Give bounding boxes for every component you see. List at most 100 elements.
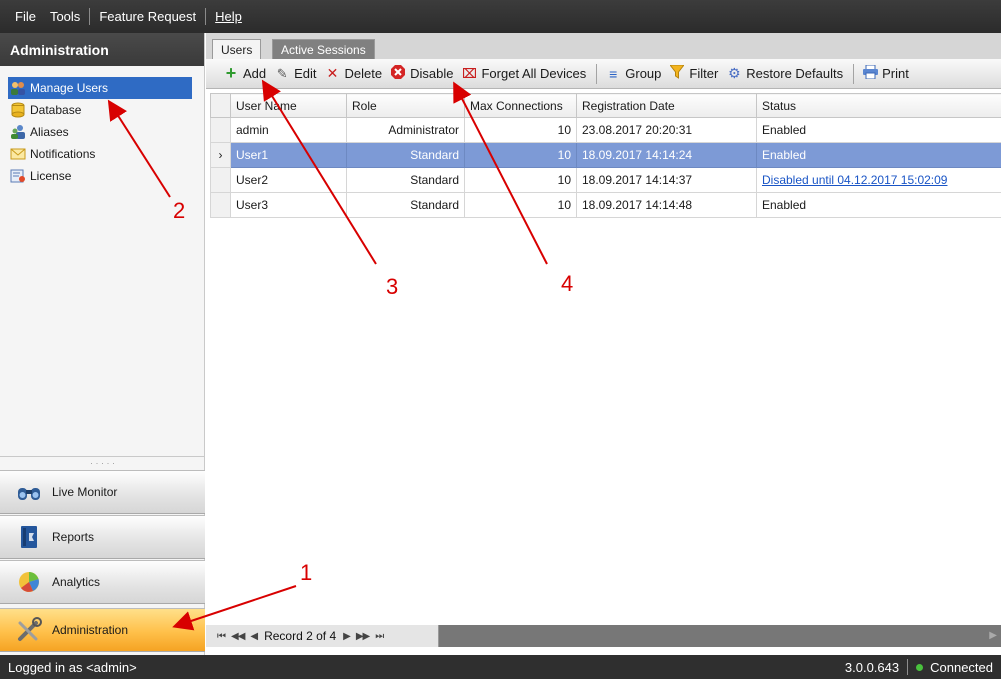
- printer-icon: [862, 64, 878, 82]
- record-navigator: ⏮ ◀◀ ◀ Record 2 of 4 ▶ ▶▶ ⏭ ▶: [206, 625, 1001, 647]
- content-pane: Users Active Sessions + Add ✎ Edit ✕ Del…: [206, 33, 1001, 655]
- first-page-icon[interactable]: ⏮: [217, 631, 226, 642]
- tree-item-label: Aliases: [30, 125, 69, 139]
- tab-active-sessions[interactable]: Active Sessions: [272, 39, 375, 59]
- table-row[interactable]: › User1 Standard 10 18.09.2017 14:14:24 …: [210, 142, 1001, 168]
- column-header-role[interactable]: Role: [346, 93, 465, 118]
- status-separator: [907, 659, 909, 675]
- cell-max-connections: 10: [464, 192, 577, 218]
- status-disabled-link[interactable]: Disabled until 04.12.2017 15:02:09: [762, 173, 947, 187]
- column-header-user-name[interactable]: User Name: [230, 93, 347, 118]
- cell-max-connections: 10: [464, 167, 577, 193]
- print-button[interactable]: Print: [859, 64, 914, 82]
- nav-button-label: Reports: [52, 530, 95, 544]
- status-bar: Logged in as <admin> 3.0.0.643 Connected: [0, 655, 1001, 679]
- pane-splitter[interactable]: · · · · ·: [0, 456, 205, 470]
- cell-role: Administrator: [346, 117, 465, 143]
- navigator-controls: ⏮ ◀◀ ◀ Record 2 of 4 ▶ ▶▶ ⏭: [206, 625, 439, 647]
- cell-max-connections: 10: [464, 117, 577, 143]
- navigation-pane: Administration Manage Users Database Ali…: [0, 33, 205, 655]
- table-row[interactable]: User2 Standard 10 18.09.2017 14:14:37 Di…: [210, 167, 1001, 193]
- pie-chart-icon: [16, 569, 42, 595]
- delete-x-icon: ✕: [326, 65, 339, 81]
- column-header-registration-date[interactable]: Registration Date: [576, 93, 757, 118]
- menu-feature-request[interactable]: Feature Request: [92, 9, 203, 24]
- previous-record-icon[interactable]: ◀: [250, 631, 258, 642]
- restore-gear-icon: ⚙: [728, 65, 741, 81]
- filter-button[interactable]: Filter: [666, 64, 723, 82]
- cell-status: Enabled: [756, 117, 1001, 143]
- cell-status: Enabled: [756, 192, 1001, 218]
- envelope-icon: [10, 146, 26, 162]
- record-position: Record 2 of 4: [264, 629, 337, 643]
- nav-button-label: Live Monitor: [52, 485, 118, 499]
- users-grid: User Name Role Max Connections Registrat…: [210, 93, 1001, 218]
- previous-page-icon[interactable]: ◀◀: [231, 631, 245, 642]
- column-header-status[interactable]: Status: [756, 93, 1001, 118]
- menu-tools[interactable]: Tools: [43, 9, 87, 24]
- cell-user-name: User3: [230, 192, 347, 218]
- tree-item-license[interactable]: License: [0, 165, 205, 187]
- cell-registration-date: 18.09.2017 14:14:24: [576, 142, 757, 168]
- tree-item-label: License: [30, 169, 72, 183]
- forget-all-devices-button[interactable]: ⌧ Forget All Devices: [458, 66, 591, 82]
- tree-item-label: Database: [30, 103, 82, 117]
- tree-item-label: Manage Users: [30, 81, 109, 95]
- edit-button[interactable]: ✎ Edit: [271, 66, 321, 82]
- menu-help[interactable]: Help: [208, 9, 249, 24]
- connection-status-icon: [916, 663, 924, 671]
- row-indicator: [210, 167, 231, 193]
- status-right: 3.0.0.643 Connected: [845, 655, 993, 679]
- table-row[interactable]: admin Administrator 10 23.08.2017 20:20:…: [210, 117, 1001, 143]
- toolbar-separator: [596, 63, 598, 84]
- row-indicator: [210, 117, 231, 143]
- row-indicator: [210, 192, 231, 218]
- tree-item-aliases[interactable]: Aliases: [0, 121, 205, 143]
- disable-button[interactable]: Disable: [387, 65, 458, 82]
- menu-separator: [89, 8, 91, 25]
- grid-header-row: User Name Role Max Connections Registrat…: [210, 93, 1001, 118]
- binoculars-icon: [16, 479, 42, 505]
- delete-button[interactable]: ✕ Delete: [322, 65, 388, 82]
- cell-status: Disabled until 04.12.2017 15:02:09: [756, 167, 1001, 193]
- tab-strip: Users Active Sessions: [206, 33, 1001, 59]
- tree-item-database[interactable]: Database: [0, 99, 205, 121]
- stop-icon: [390, 65, 406, 82]
- row-indicator-header: [210, 93, 231, 118]
- tree-item-manage-users[interactable]: Manage Users: [8, 77, 192, 99]
- cell-registration-date: 18.09.2017 14:14:37: [576, 167, 757, 193]
- next-record-icon[interactable]: ▶: [343, 631, 351, 642]
- nav-button-live-monitor[interactable]: Live Monitor: [0, 470, 205, 514]
- admin-tree: Manage Users Database Aliases Notificati…: [0, 77, 205, 187]
- column-header-max-connections[interactable]: Max Connections: [464, 93, 577, 118]
- next-page-icon[interactable]: ▶▶: [356, 631, 370, 642]
- tab-users[interactable]: Users: [212, 39, 262, 59]
- menu-file[interactable]: File: [8, 9, 43, 24]
- pane-title: Administration: [0, 33, 204, 66]
- cell-role: Standard: [346, 192, 465, 218]
- scroll-right-icon[interactable]: ▶: [989, 630, 997, 641]
- menu-bar: File Tools Feature Request Help: [0, 0, 1001, 33]
- add-button[interactable]: + Add: [220, 63, 271, 84]
- current-row-arrow-icon: ›: [210, 142, 231, 168]
- group-lines-icon: ≡: [609, 65, 618, 82]
- tools-icon: [16, 617, 42, 643]
- nav-button-administration[interactable]: Administration: [0, 608, 205, 652]
- connection-status-text: Connected: [930, 659, 993, 675]
- filter-funnel-icon: [669, 64, 686, 82]
- tree-item-notifications[interactable]: Notifications: [0, 143, 205, 165]
- last-page-icon[interactable]: ⏭: [375, 631, 384, 642]
- table-row[interactable]: User3 Standard 10 18.09.2017 14:14:48 En…: [210, 192, 1001, 218]
- restore-defaults-button[interactable]: ⚙ Restore Defaults: [723, 65, 848, 82]
- nav-button-reports[interactable]: Reports: [0, 515, 205, 559]
- nav-button-analytics[interactable]: Analytics: [0, 560, 205, 604]
- cell-registration-date: 18.09.2017 14:14:48: [576, 192, 757, 218]
- tree-item-label: Notifications: [30, 147, 96, 161]
- nav-button-label: Analytics: [52, 575, 101, 589]
- cell-user-name: User1: [230, 142, 347, 168]
- cell-max-connections: 10: [464, 142, 577, 168]
- reports-book-icon: [16, 524, 42, 550]
- cell-role: Standard: [346, 167, 465, 193]
- forget-devices-icon: ⌧: [461, 65, 477, 81]
- group-button[interactable]: ≡ Group: [602, 66, 666, 82]
